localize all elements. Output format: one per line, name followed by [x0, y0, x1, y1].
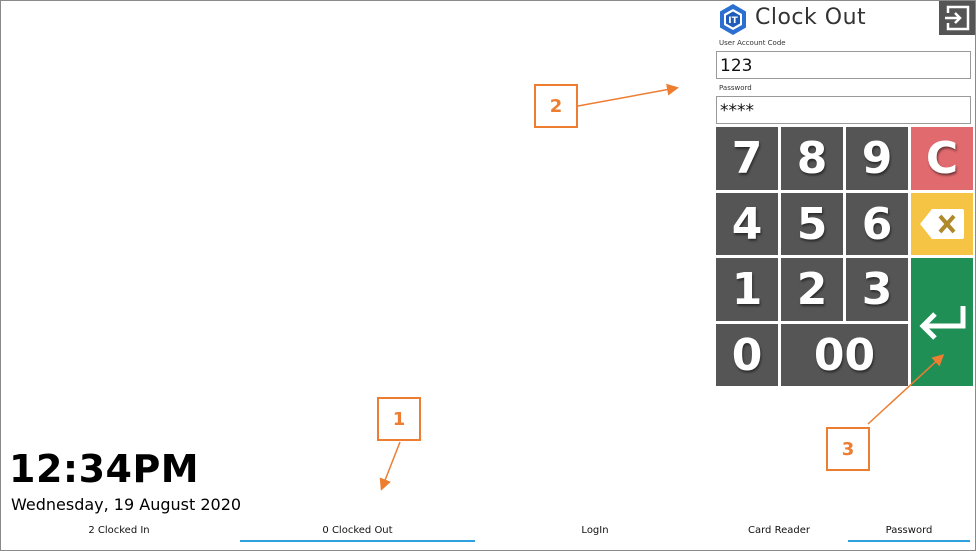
tab-password[interactable]: Password	[848, 520, 970, 542]
clock-time: 12:34PM	[9, 447, 200, 491]
annotation-3: 3	[826, 427, 870, 471]
tab-clocked-in[interactable]: 2 Clocked In	[4, 520, 234, 540]
tab-clocked-out[interactable]: 0 Clocked Out	[240, 520, 475, 542]
tab-login[interactable]: LogIn	[480, 520, 710, 540]
annotation-1: 1	[377, 397, 421, 441]
tab-card-reader[interactable]: Card Reader	[712, 520, 846, 540]
annotation-2: 2	[534, 84, 578, 128]
clock-date: Wednesday, 19 August 2020	[11, 495, 242, 514]
